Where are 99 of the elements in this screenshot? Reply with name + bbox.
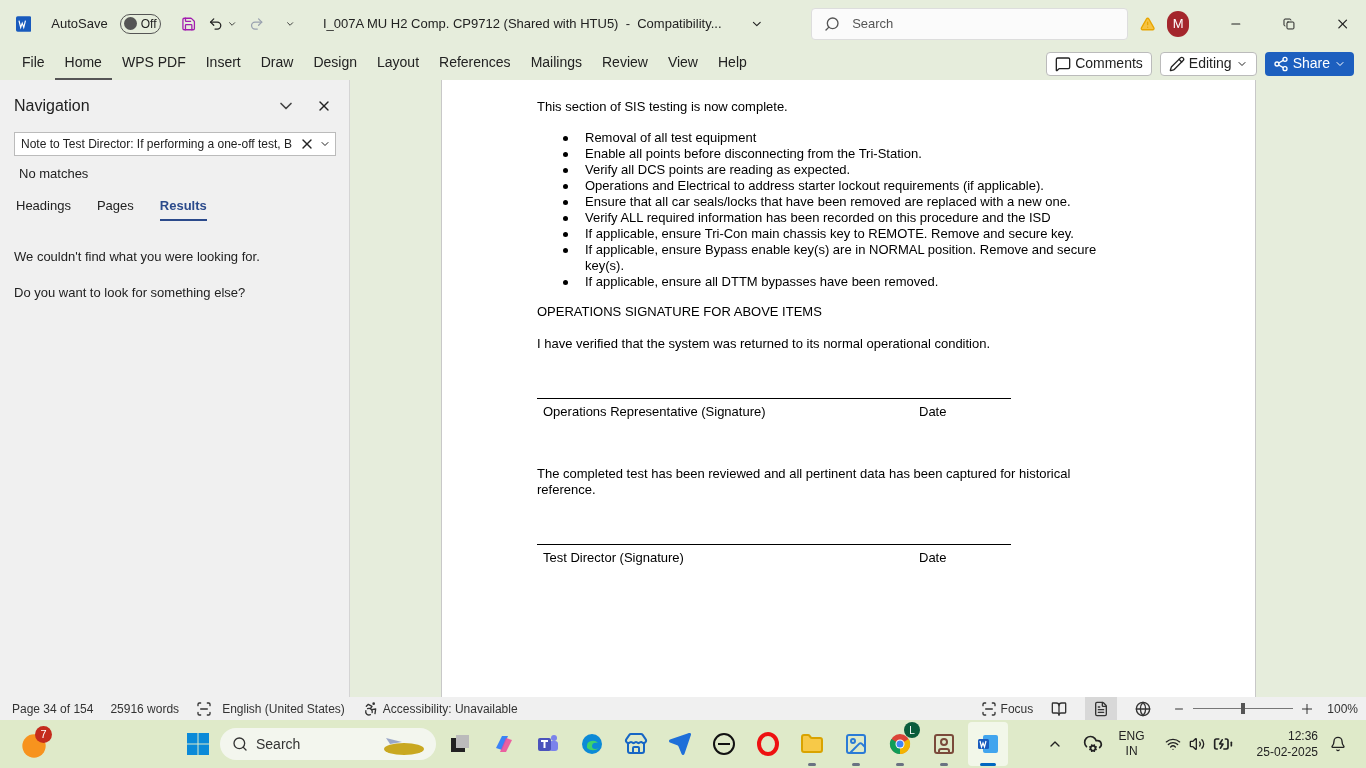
bullet-text: Enable all points before disconnecting from the Tri-Station. bbox=[585, 146, 922, 162]
date-label: Date bbox=[919, 404, 947, 420]
results-message: Do you want to look for something else? bbox=[14, 283, 247, 302]
navigation-tab[interactable]: Headings bbox=[16, 195, 71, 221]
statement-text: The completed test has been reviewed and all pertinent data has been captured for historical reference. bbox=[537, 466, 1072, 498]
bullet-icon bbox=[563, 216, 568, 221]
wifi-icon[interactable] bbox=[1164, 736, 1181, 752]
clock-date[interactable]: 25-02-2025 bbox=[1256, 744, 1318, 760]
running-indicator bbox=[808, 763, 816, 766]
zoom-slider[interactable] bbox=[1193, 702, 1294, 715]
running-indicator bbox=[896, 763, 904, 766]
bullet-icon bbox=[563, 232, 568, 237]
accessibility-icon bbox=[362, 700, 379, 717]
arrow-app-icon[interactable] bbox=[668, 732, 692, 756]
editing-button[interactable]: Editing bbox=[1159, 51, 1257, 76]
word-logo-icon bbox=[16, 14, 32, 33]
intro-text: This section of SIS testing is now complete. bbox=[537, 99, 789, 115]
bullet-icon bbox=[563, 248, 568, 253]
bullet-icon bbox=[563, 200, 568, 205]
running-indicator bbox=[980, 763, 996, 766]
book-icon bbox=[1051, 700, 1068, 717]
bullet-text: Verify ALL required information has been recorded on this procedure and the ISD bbox=[585, 210, 1051, 226]
restore-icon[interactable] bbox=[1282, 16, 1295, 31]
store-icon[interactable] bbox=[624, 732, 648, 756]
search-field[interactable]: Search bbox=[811, 7, 1128, 40]
word-app-icon[interactable] bbox=[976, 732, 1000, 756]
focus-button[interactable]: Focus bbox=[980, 699, 1034, 718]
input-language[interactable]: ENG bbox=[1118, 729, 1145, 744]
bullet-text: If applicable, ensure all DTTM bypasses have been removed. bbox=[585, 274, 939, 290]
bullet-icon bbox=[563, 280, 568, 285]
globe-icon bbox=[1135, 700, 1152, 717]
ribbon-tab[interactable]: View bbox=[657, 47, 708, 80]
results-message: We couldn't find what you were looking for. bbox=[14, 248, 261, 266]
bullet-text: Ensure that all car seals/locks that have been removed are replaced with a new one. bbox=[585, 194, 1071, 210]
bullet-text: If applicable, ensure Tri-Con main chassis key to REMOTE. Remove and secure key. bbox=[585, 226, 1074, 242]
bullet-icon bbox=[563, 168, 568, 173]
ribbon-tab[interactable]: Review bbox=[592, 47, 658, 80]
ribbon-tab[interactable]: Design bbox=[303, 47, 367, 80]
ribbon-tab[interactable]: Draw bbox=[250, 47, 304, 80]
match-status: No matches bbox=[19, 165, 90, 183]
notification-badge: 7 bbox=[35, 726, 52, 743]
signature-label: Test Director (Signature) bbox=[543, 550, 685, 566]
taskbar-app[interactable]: L bbox=[880, 722, 920, 766]
navigation-title: Navigation bbox=[14, 96, 91, 116]
notification-icon[interactable] bbox=[1330, 736, 1346, 752]
taskbar-search-field[interactable]: Search bbox=[220, 728, 436, 760]
comments-button[interactable]: Comments bbox=[1046, 51, 1152, 76]
accessibility-status[interactable]: Accessibility: Unavailable bbox=[362, 699, 518, 718]
navigation-tab[interactable]: Pages bbox=[96, 195, 134, 221]
input-language[interactable]: IN bbox=[1125, 744, 1138, 759]
zoom-in-icon[interactable] bbox=[1301, 702, 1314, 715]
bullet-text: Verify all DCS points are reading as expected. bbox=[585, 162, 851, 178]
bullet-icon bbox=[563, 136, 568, 141]
statement-text: I have verified that the system was returned to its normal operational condition. bbox=[537, 336, 992, 352]
ribbon-tab[interactable]: References bbox=[429, 47, 521, 80]
focus-icon bbox=[980, 700, 997, 717]
navigation-tab[interactable]: Results bbox=[159, 195, 207, 221]
cloud-sync-icon[interactable] bbox=[1082, 734, 1103, 754]
bullet-text: Operations and Electrical to address starter lockout requirements (if applicable). bbox=[585, 178, 1044, 194]
chrome-icon[interactable] bbox=[888, 732, 912, 756]
language-status[interactable]: English (United States) bbox=[222, 699, 345, 718]
taskbar-app[interactable] bbox=[968, 722, 1008, 766]
zoom-level[interactable]: 100% bbox=[1327, 699, 1358, 718]
photos-icon[interactable] bbox=[844, 732, 868, 756]
share-icon bbox=[1272, 55, 1289, 72]
share-button[interactable]: Share bbox=[1264, 51, 1354, 76]
running-indicator bbox=[852, 763, 860, 766]
bullet-icon bbox=[563, 152, 568, 157]
date-label: Date bbox=[919, 550, 947, 566]
id-card-icon[interactable] bbox=[932, 732, 956, 756]
print-view-button[interactable] bbox=[1085, 697, 1118, 720]
window-title: I_007A MU H2 Comp. CP9712 (Shared with HTU5) - Compatibility... bbox=[322, 14, 722, 33]
autosave-label: AutoSave bbox=[51, 14, 108, 33]
pencil-icon bbox=[1168, 55, 1185, 72]
search-icon bbox=[232, 736, 248, 752]
ribbon-tab[interactable]: Mailings bbox=[520, 47, 592, 80]
user-avatar[interactable]: M bbox=[1167, 10, 1190, 37]
ribbon-tab[interactable]: WPS PDF bbox=[111, 47, 196, 80]
word-count[interactable]: 25916 words bbox=[110, 699, 180, 718]
volume-icon[interactable] bbox=[1188, 736, 1205, 752]
app-badge: L bbox=[904, 722, 920, 738]
page-icon bbox=[1093, 700, 1110, 717]
bullet-text: Removal of all test equipment bbox=[585, 130, 757, 146]
running-indicator bbox=[940, 763, 948, 766]
ribbon-tab[interactable]: Help bbox=[708, 47, 757, 80]
signature-label: Operations Representative (Signature) bbox=[543, 404, 767, 420]
ribbon-tab[interactable]: Insert bbox=[195, 47, 251, 80]
navigation-search-field[interactable]: Note to Test Director: If performing a one-off test, B bbox=[14, 132, 336, 156]
start-icon[interactable] bbox=[186, 732, 210, 756]
ribbon-tab[interactable]: Layout bbox=[367, 47, 430, 80]
page-count[interactable]: Page 34 of 154 bbox=[12, 699, 94, 718]
signature-heading: OPERATIONS SIGNATURE FOR ABOVE ITEMS bbox=[537, 304, 823, 320]
bullet-text: If applicable, ensure Bypass enable key(s) are in NORMAL position. Remove and secure key(s). bbox=[585, 242, 1098, 274]
bullet-icon bbox=[563, 184, 568, 189]
search-icon bbox=[824, 15, 841, 32]
proofing-icon[interactable] bbox=[196, 700, 213, 717]
ribbon-tab[interactable]: File bbox=[12, 47, 55, 80]
clock-time[interactable]: 12:36 bbox=[1287, 728, 1318, 744]
comment-icon bbox=[1055, 55, 1072, 72]
